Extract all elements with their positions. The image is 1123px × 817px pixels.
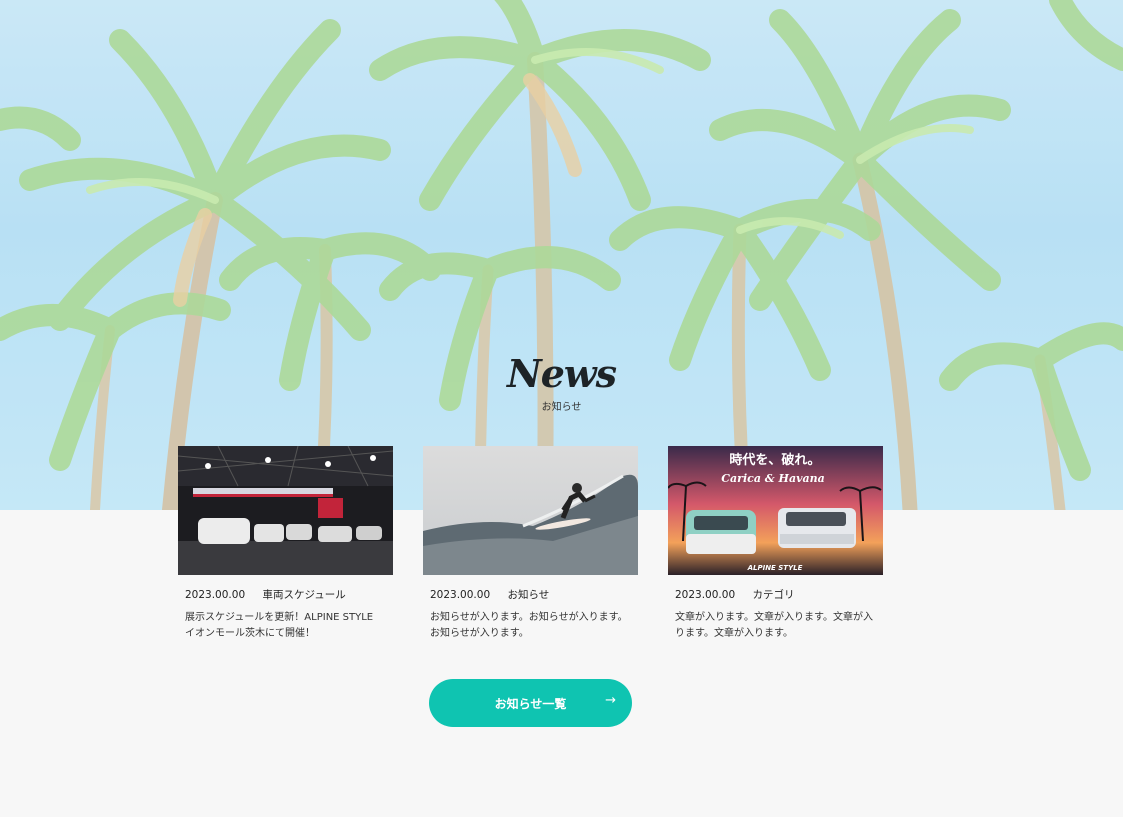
news-excerpt[interactable]: 展示スケジュールを更新！ALPINE STYLE イオンモール茨木にて開催！ (185, 610, 385, 642)
news-category: お知らせ (507, 589, 550, 601)
news-list-button[interactable]: お知らせ一覧 → (429, 679, 632, 727)
exhibition-image (178, 446, 393, 575)
poster-brand: ALPINE STYLE (747, 564, 803, 572)
news-date: 2023.00.00 (430, 589, 491, 601)
news-thumbnail-surf[interactable] (423, 446, 638, 575)
news-list: 2023.00.00 車両スケジュール 展示スケジュールを更新！ALPINE S… (178, 446, 883, 646)
news-excerpt[interactable]: 文章が入ります。文章が入ります。文章が入ります。文章が入ります。 (675, 610, 875, 642)
news-thumbnail-exhibition[interactable] (178, 446, 393, 575)
news-meta: 2023.00.00 車両スケジュール (185, 587, 393, 603)
news-date: 2023.00.00 (675, 589, 736, 601)
surfer-image (423, 446, 638, 575)
news-card[interactable]: 2023.00.00 お知らせ お知らせが入ります。お知らせが入ります。お知らせ… (423, 446, 638, 642)
poster-script: Carica & Havana (721, 472, 824, 485)
poster-headline: 時代を、破れ。 (729, 452, 820, 468)
news-thumbnail-vans[interactable]: 時代を、破れ。 Carica & Havana ALPINE STYLE (668, 446, 883, 575)
news-heading: News お知らせ (0, 351, 1123, 414)
news-meta: 2023.00.00 お知らせ (430, 587, 638, 603)
news-date: 2023.00.00 (185, 589, 246, 601)
palm-trees-illustration (0, 0, 1123, 510)
section-subtitle: お知らせ (541, 402, 582, 413)
section-title: News (506, 351, 617, 396)
news-list-button-label: お知らせ一覧 (494, 696, 567, 711)
news-category: 車両スケジュール (262, 589, 346, 601)
vans-poster-image: 時代を、破れ。 Carica & Havana ALPINE STYLE (668, 446, 883, 575)
news-meta: 2023.00.00 カテゴリ (675, 587, 883, 603)
news-card[interactable]: 時代を、破れ。 Carica & Havana ALPINE STYLE 202… (668, 446, 883, 642)
news-excerpt[interactable]: お知らせが入ります。お知らせが入ります。お知らせが入ります。 (430, 610, 630, 642)
arrow-right-icon: → (605, 693, 616, 708)
news-card[interactable]: 2023.00.00 車両スケジュール 展示スケジュールを更新！ALPINE S… (178, 446, 393, 642)
news-category: カテゴリ (752, 589, 795, 601)
hero-background (0, 0, 1123, 510)
